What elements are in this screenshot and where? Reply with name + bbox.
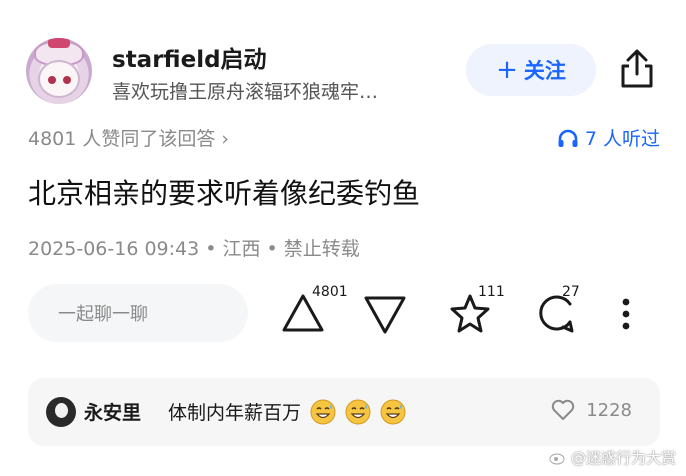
- watermark-text: @迷惑行为大赏: [570, 449, 676, 467]
- weibo-watermark: @迷惑行为大赏: [549, 447, 676, 468]
- avatar-bow: [48, 38, 70, 48]
- favorite-button[interactable]: 111: [448, 284, 508, 336]
- comment-like-count: 1228: [586, 399, 632, 421]
- more-button[interactable]: [616, 286, 636, 336]
- author-name[interactable]: starfield启动: [112, 40, 267, 74]
- follow-label: 关注: [523, 59, 566, 83]
- favorite-count: 111: [478, 284, 505, 300]
- author-avatar[interactable]: [26, 38, 92, 104]
- agree-count[interactable]: 4801 人赞同了该回答 ›: [28, 124, 229, 151]
- comment-body: 体制内年薪百万: [168, 402, 302, 424]
- downvote-button[interactable]: [362, 286, 410, 336]
- hot-comment[interactable]: 永安里 体制内年薪百万 1228: [28, 378, 660, 446]
- author-bio: 喜欢玩撸王原舟滚辐环狼魂牢…: [112, 81, 379, 103]
- answer-meta: 4801 人赞同了该回答 › 7 人听过: [28, 124, 660, 154]
- heart-icon: [551, 399, 575, 420]
- comment-count: 27: [562, 284, 580, 300]
- listen-count[interactable]: 7 人听过: [557, 124, 660, 151]
- avatar-eye: [63, 76, 71, 84]
- comment-button[interactable]: 27: [534, 284, 586, 336]
- listen-label: 7 人听过: [584, 128, 660, 150]
- avatar-eye: [48, 76, 56, 84]
- commenter-name[interactable]: 永安里: [84, 398, 141, 425]
- grin-sweat-emoji: [345, 399, 371, 425]
- plus-icon: +: [496, 55, 518, 85]
- weibo-logo-icon: [549, 453, 565, 465]
- follow-button[interactable]: + 关注: [466, 44, 596, 96]
- upvote-count: 4801: [312, 284, 348, 300]
- headphones-icon: [558, 129, 578, 147]
- answer-title: 北京相亲的要求听着像纪委钓鱼: [28, 177, 421, 210]
- more-vertical-icon: [622, 298, 630, 330]
- comment-text: 体制内年薪百万: [168, 398, 406, 425]
- comment-like-button[interactable]: 1228: [550, 398, 632, 422]
- post-info: 2025-06-16 09:43 • 江西 • 禁止转载: [28, 238, 360, 260]
- avatar-figure: [55, 403, 68, 418]
- upvote-button[interactable]: 4801: [280, 284, 348, 336]
- downvote-icon: [364, 296, 406, 334]
- avatar-face: [38, 60, 80, 98]
- commenter-avatar[interactable]: [46, 397, 76, 427]
- answer-header: starfield启动 喜欢玩撸王原舟滚辐环狼魂牢… + 关注: [26, 38, 666, 108]
- grin-sweat-emoji: [310, 399, 336, 425]
- grin-sweat-emoji: [380, 399, 406, 425]
- comment-input[interactable]: 一起聊一聊: [28, 284, 248, 342]
- share-icon[interactable]: [618, 48, 656, 90]
